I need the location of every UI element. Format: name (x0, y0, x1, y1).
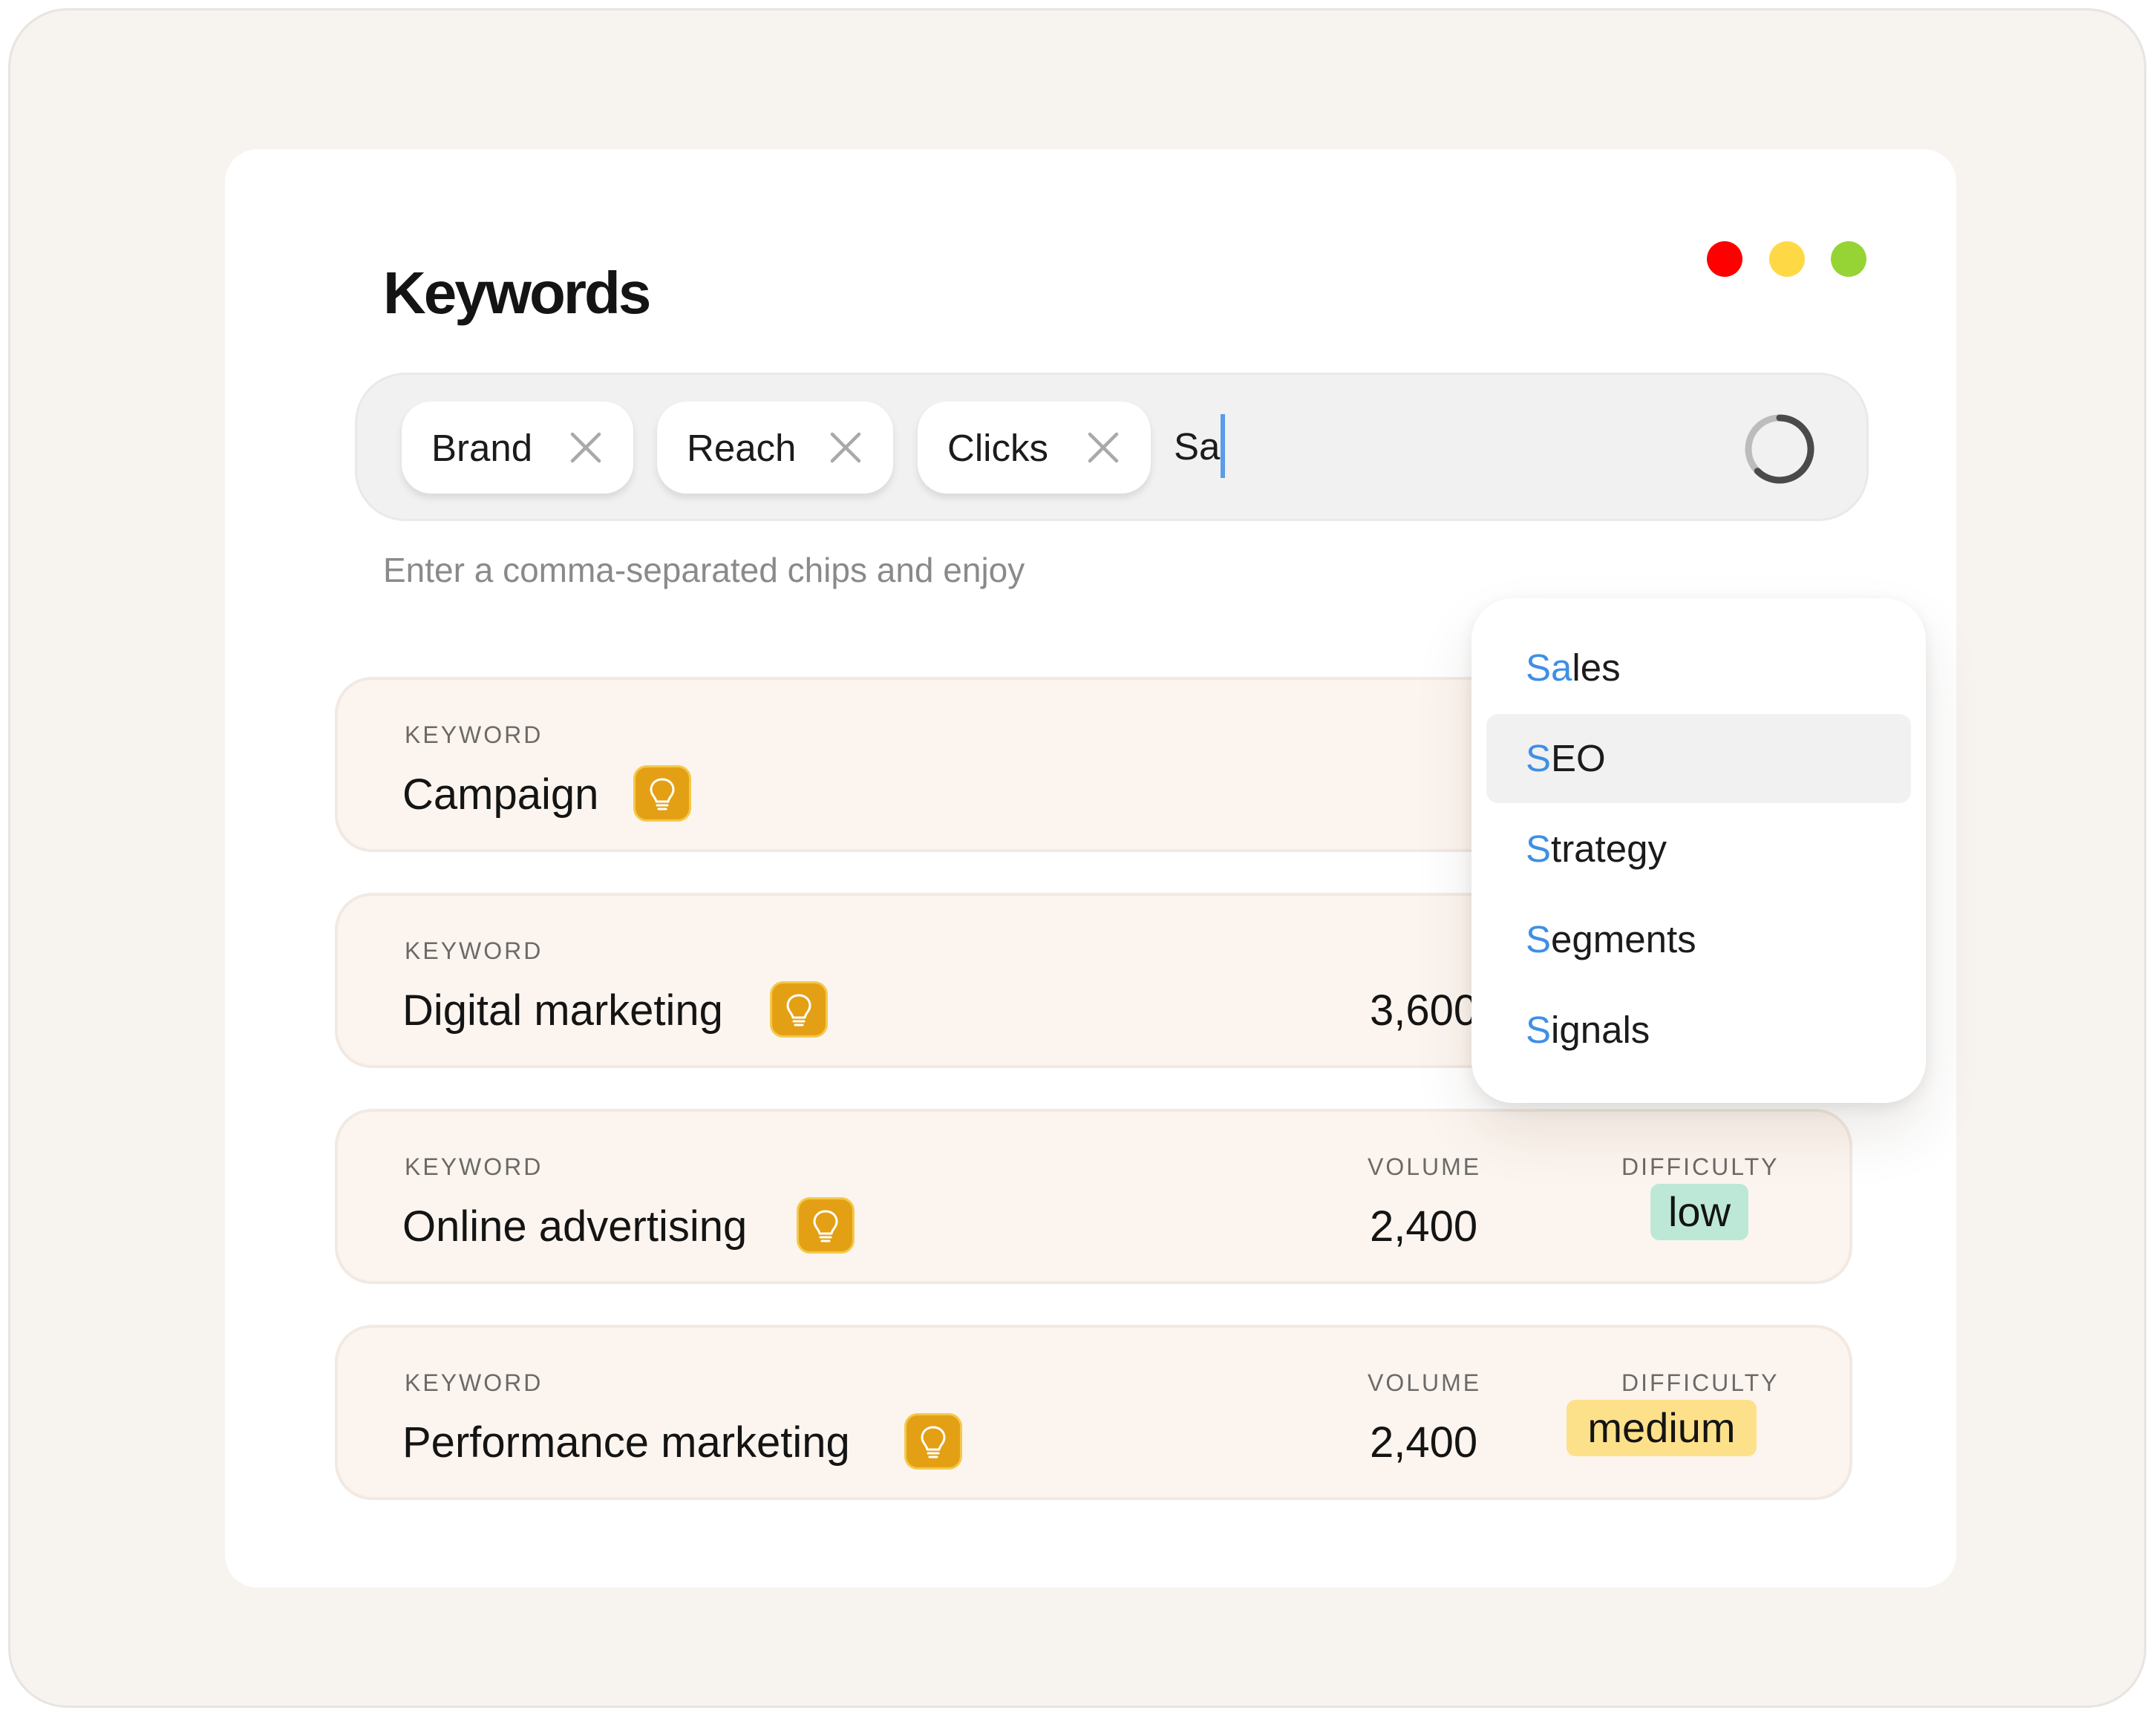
chip-input-hint: Enter a comma-separated chips and enjoy (383, 551, 1025, 589)
lightbulb-icon[interactable] (904, 1413, 962, 1470)
close-icon[interactable] (829, 431, 862, 464)
keyword-label: KEYWORD (405, 1153, 543, 1180)
keyword-label: KEYWORD (405, 721, 543, 748)
keyword-name: Digital marketing (402, 986, 723, 1035)
chip-label: Reach (687, 426, 797, 469)
keyword-row[interactable]: KEYWORD Online advertising VOLUME DIFFIC… (335, 1109, 1852, 1284)
chip-clicks[interactable]: Clicks (918, 402, 1151, 494)
difficulty-label: DIFFICULTY (1621, 1153, 1780, 1180)
suggestion-rest: egments (1551, 918, 1696, 960)
suggestion-signals[interactable]: Signals (1486, 986, 1911, 1075)
close-icon[interactable] (569, 431, 602, 464)
suggestion-strategy[interactable]: Strategy (1486, 805, 1911, 894)
chip-label: Clicks (947, 426, 1048, 469)
keyword-row[interactable]: KEYWORD Performance marketing VOLUME DIF… (335, 1325, 1852, 1500)
suggestion-rest: ignals (1551, 1009, 1650, 1051)
difficulty-label: DIFFICULTY (1621, 1369, 1780, 1396)
window-minimize-button[interactable] (1769, 241, 1805, 277)
chip-reach[interactable]: Reach (657, 402, 893, 494)
suggestion-match: S (1526, 828, 1552, 870)
volume-value: 3,600 (1370, 986, 1478, 1035)
difficulty-badge: low (1650, 1184, 1748, 1240)
suggestion-rest: trategy (1551, 828, 1667, 870)
chip-label: Brand (431, 426, 533, 469)
chip-text-field[interactable]: Sa (1174, 413, 1220, 480)
chip-input[interactable]: Brand Reach Clicks Sa (355, 373, 1869, 521)
lightbulb-icon[interactable] (770, 981, 828, 1038)
suggestions-dropdown: Sales SEO Strategy Segments Signals (1471, 598, 1926, 1103)
suggestion-match: S (1526, 737, 1552, 779)
volume-label: VOLUME (1368, 1369, 1482, 1396)
keyword-name: Online advertising (402, 1202, 748, 1251)
keyword-name: Campaign (402, 770, 599, 819)
lightbulb-icon[interactable] (633, 765, 691, 822)
suggestion-match: S (1526, 1009, 1552, 1051)
suggestion-rest: les (1572, 646, 1621, 689)
suggestion-seo[interactable]: SEO (1486, 714, 1911, 803)
suggestion-segments[interactable]: Segments (1486, 895, 1911, 984)
keywords-card: Keywords Brand Reach Clicks Sa Enter a c… (225, 149, 1956, 1588)
suggestion-rest: EO (1551, 737, 1606, 779)
outer-frame: Keywords Brand Reach Clicks Sa Enter a c… (8, 8, 2146, 1708)
window-maximize-button[interactable] (1831, 241, 1866, 277)
window-close-button[interactable] (1707, 241, 1742, 277)
keyword-label: KEYWORD (405, 937, 543, 964)
volume-label: VOLUME (1368, 1153, 1482, 1180)
suggestion-sales[interactable]: Sales (1486, 623, 1911, 713)
chip-brand[interactable]: Brand (402, 402, 633, 494)
suggestion-match: S (1526, 918, 1552, 960)
volume-value: 2,400 (1370, 1202, 1478, 1251)
difficulty-badge: medium (1567, 1400, 1757, 1456)
volume-value: 2,400 (1370, 1418, 1478, 1467)
page-title: Keywords (383, 260, 651, 326)
close-icon[interactable] (1087, 431, 1120, 464)
text-caret (1221, 414, 1225, 478)
lightbulb-icon[interactable] (797, 1197, 855, 1254)
loading-spinner-icon (1745, 414, 1814, 484)
keyword-name: Performance marketing (402, 1418, 850, 1467)
suggestion-match: Sa (1526, 646, 1572, 689)
keyword-label: KEYWORD (405, 1369, 543, 1396)
